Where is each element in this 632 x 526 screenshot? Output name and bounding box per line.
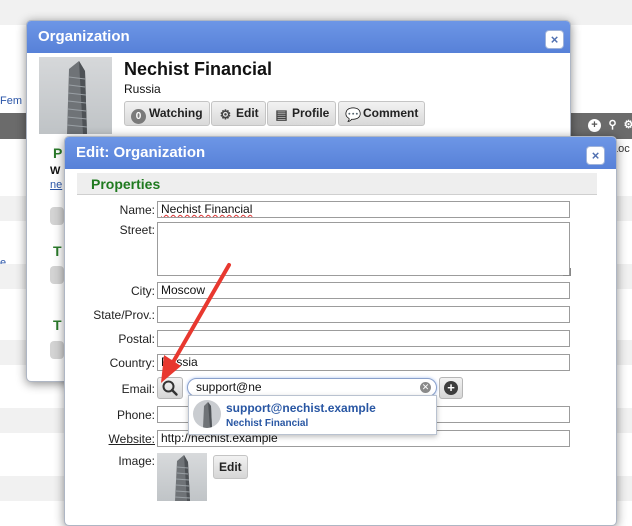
country-label: Country: bbox=[109, 356, 155, 370]
image-edit-button[interactable]: Edit bbox=[213, 455, 248, 479]
email-input-value: support@ne bbox=[196, 380, 262, 394]
watching-button[interactable]: 0 Watching bbox=[124, 101, 210, 126]
postal-field[interactable] bbox=[157, 330, 570, 347]
watching-count: 0 bbox=[131, 109, 146, 124]
city-label: City: bbox=[131, 284, 155, 298]
close-icon[interactable]: × bbox=[545, 30, 564, 49]
street-label: Street: bbox=[119, 223, 155, 237]
country-field[interactable]: Russia bbox=[157, 354, 570, 371]
search-icon bbox=[162, 380, 178, 396]
suggestion-organization: Nechist Financial bbox=[226, 418, 309, 429]
properties-section-heading: Properties bbox=[77, 173, 597, 195]
profile-card-icon: ▤ bbox=[275, 107, 288, 122]
state-field[interactable] bbox=[157, 306, 570, 323]
comment-icon: 💬 bbox=[345, 107, 362, 122]
profile-label: Profile bbox=[292, 106, 330, 120]
state-label: State/Prov.: bbox=[93, 308, 155, 322]
bg-link-fem[interactable]: Fem bbox=[0, 95, 22, 107]
building-icon bbox=[157, 453, 207, 501]
comment-label: Comment bbox=[363, 106, 419, 120]
organization-dialog-title: Organization bbox=[27, 21, 570, 53]
comment-button[interactable]: 💬 Comment bbox=[338, 101, 426, 126]
underlay-button[interactable] bbox=[50, 266, 64, 284]
postal-label: Postal: bbox=[118, 332, 155, 346]
phone-label: Phone: bbox=[116, 408, 155, 422]
email-search-button[interactable] bbox=[157, 377, 183, 399]
suggestion-email[interactable]: support@nechist.example bbox=[226, 401, 376, 415]
name-value: Nechist Financial bbox=[161, 202, 253, 216]
edit-label: Edit bbox=[236, 106, 259, 120]
edit-dialog-title: Edit: Organization bbox=[65, 137, 616, 169]
email-label: Email: bbox=[121, 382, 155, 396]
building-icon bbox=[193, 400, 221, 428]
email-suggestion-dropdown[interactable]: support@nechist.example Nechist Financia… bbox=[188, 395, 437, 435]
gear-icon: ⚙ bbox=[219, 107, 232, 122]
name-field[interactable]: Nechist Financial bbox=[157, 201, 570, 218]
edit-organization-dialog: Edit: Organization × Properties Name: Ne… bbox=[64, 136, 617, 526]
underlay-button[interactable] bbox=[50, 207, 64, 225]
city-field[interactable]: Moscow bbox=[157, 282, 570, 299]
image-label: Image: bbox=[118, 454, 155, 468]
website-label: Website: bbox=[65, 432, 155, 446]
name-label: Name: bbox=[119, 203, 155, 217]
section-heading: P bbox=[53, 145, 63, 161]
profile-button[interactable]: ▤ Profile bbox=[267, 101, 337, 126]
organization-country: Russia bbox=[124, 82, 161, 96]
clear-icon[interactable]: ✕ bbox=[420, 382, 431, 393]
bg-search-icon[interactable]: ⚲ bbox=[606, 119, 619, 132]
street-field[interactable] bbox=[157, 222, 570, 276]
building-icon bbox=[39, 57, 112, 134]
edit-button[interactable]: ⚙ Edit bbox=[211, 101, 266, 126]
organization-name: Nechist Financial bbox=[124, 59, 273, 79]
section-heading: T bbox=[53, 243, 62, 259]
underlay-button[interactable] bbox=[50, 341, 64, 359]
plus-icon: + bbox=[444, 381, 458, 395]
underlay-text: W bbox=[50, 165, 61, 177]
add-email-button[interactable]: + bbox=[439, 377, 463, 399]
watching-label: Watching bbox=[149, 106, 203, 120]
resize-handle[interactable] bbox=[563, 268, 571, 276]
website-label-text[interactable]: Website: bbox=[109, 432, 155, 446]
section-heading: T bbox=[53, 317, 62, 333]
underlay-link[interactable]: ne bbox=[50, 179, 62, 191]
bg-add-icon[interactable]: + bbox=[588, 119, 601, 132]
close-icon[interactable]: × bbox=[586, 146, 605, 165]
bg-gear-icon[interactable]: ⚙ bbox=[622, 119, 632, 132]
